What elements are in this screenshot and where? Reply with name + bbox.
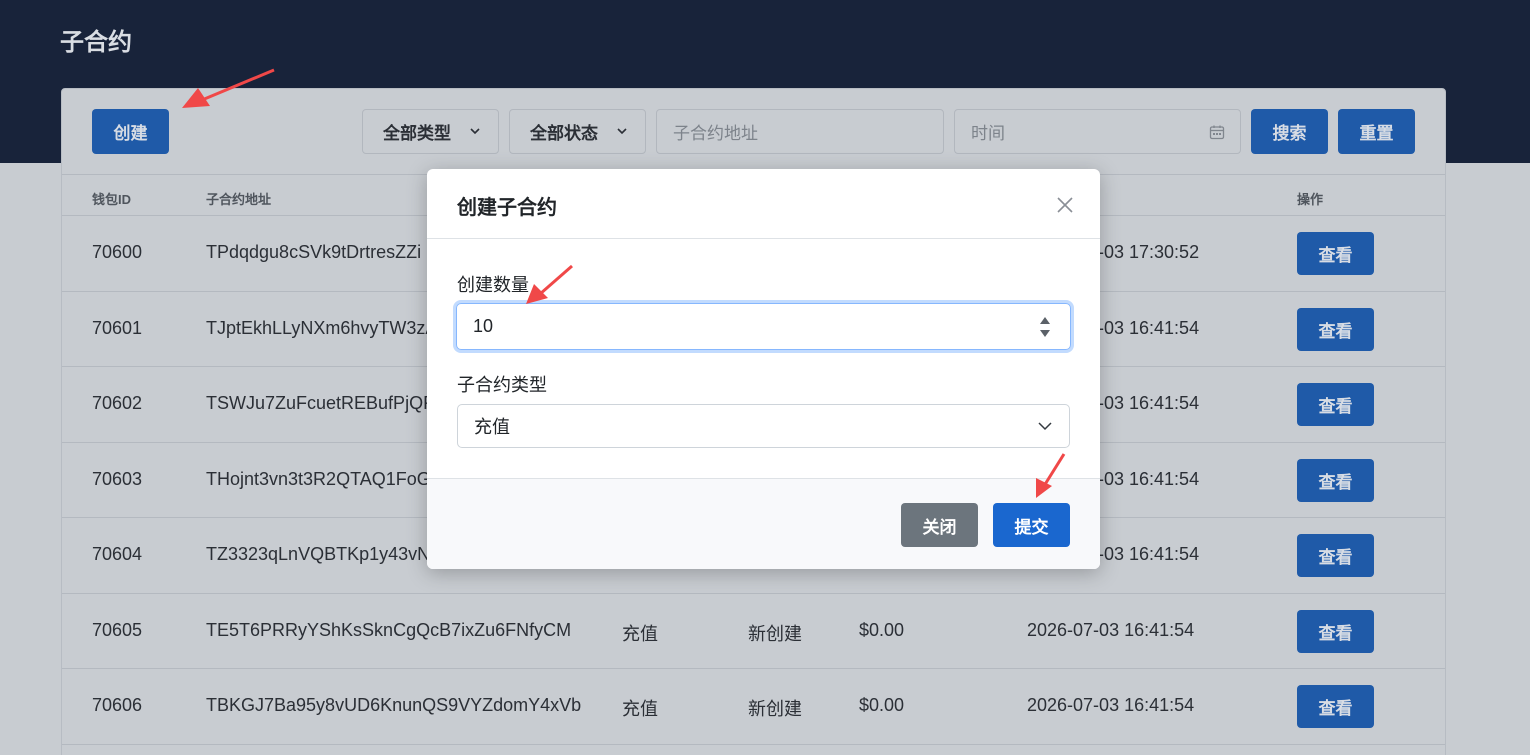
cell-time: -03 16:41:54 (1098, 544, 1200, 564)
view-button[interactable]: 查看 (1297, 609, 1374, 653)
quantity-input[interactable]: 10 (456, 303, 1071, 350)
cell-wallet-id: 70600 (92, 242, 143, 262)
cell-address: TJptEkhLLyNXm6hvyTW3zA (206, 317, 438, 338)
chevron-down-icon (1038, 422, 1052, 431)
view-button[interactable]: 查看 (1297, 232, 1374, 275)
subcontract-type-select[interactable]: 充值 (457, 404, 1070, 448)
quantity-label: 创建数量 (457, 275, 529, 295)
close-button[interactable]: 关闭 (901, 503, 978, 547)
status-filter-select[interactable]: 全部状态 (509, 109, 646, 154)
cell-address: TE5T6PRRyYShKsSknCgQcB7ixZu6FNfyCM (206, 619, 572, 640)
view-button[interactable]: 查看 (1297, 383, 1374, 426)
table-row: 70606 TBKGJ7Ba95y8vUD6KnunQS9VYZdomY4xVb… (62, 669, 1445, 745)
address-placeholder: 子合约地址 (673, 124, 758, 143)
header-action: 操作 (1297, 192, 1324, 207)
page-title: 子合约 (60, 29, 132, 56)
type-select-value: 充值 (474, 417, 510, 437)
modal-footer: 关闭 提交 (427, 478, 1100, 569)
cell-address: TPdqdgu8cSVk9tDrtresZZi (206, 242, 422, 262)
type-label: 子合约类型 (457, 375, 547, 395)
cell-wallet-id: 70603 (92, 468, 143, 489)
cell-address: THojnt3vn3t3R2QTAQ1FoG (206, 468, 431, 489)
cell-wallet-id: 70605 (92, 619, 143, 640)
table-row: 70605 TE5T6PRRyYShKsSknCgQcB7ixZu6FNfyCM… (62, 594, 1445, 669)
cell-wallet-id: 70604 (92, 544, 143, 564)
view-button[interactable]: 查看 (1297, 534, 1374, 577)
cell-address: TZ3323qLnVQBTKp1y43vN (206, 544, 431, 564)
cell-type: 充值 (622, 623, 658, 644)
submit-button[interactable]: 提交 (993, 503, 1070, 547)
header-wallet-id: 钱包ID (92, 192, 132, 207)
cell-time: -03 16:41:54 (1098, 468, 1200, 489)
reset-button[interactable]: 重置 (1338, 109, 1415, 154)
time-placeholder: 时间 (971, 124, 1005, 143)
cell-time: -03 16:41:54 (1098, 393, 1200, 413)
cell-amount: $0.00 (859, 695, 905, 715)
view-button[interactable]: 查看 (1297, 307, 1374, 351)
search-button[interactable]: 搜索 (1251, 109, 1328, 154)
cell-time: 2026-07-03 16:41:54 (1027, 619, 1195, 640)
cell-status: 新创建 (748, 699, 802, 719)
modal-title: 创建子合约 (457, 197, 557, 219)
cell-address: TSWJu7ZuFcuetREBufPjQR (206, 393, 437, 413)
modal-header: 创建子合约 (427, 169, 1100, 239)
view-button[interactable]: 查看 (1297, 458, 1374, 502)
quantity-value: 10 (473, 316, 494, 336)
cell-time: -03 17:30:52 (1098, 242, 1200, 262)
type-filter-select[interactable]: 全部类型 (362, 109, 499, 154)
header-address: 子合约地址 (206, 192, 272, 207)
cell-address: TBKGJ7Ba95y8vUD6KnunQS9VYZdomY4xVb (206, 695, 582, 715)
status-filter-label: 全部状态 (530, 124, 598, 143)
close-icon[interactable] (1055, 195, 1075, 215)
view-button[interactable]: 查看 (1297, 685, 1374, 728)
spinner-icon[interactable] (1038, 314, 1052, 340)
chevron-down-icon (470, 128, 480, 135)
address-search-input[interactable]: 子合约地址 (656, 109, 944, 154)
create-button[interactable]: 创建 (92, 109, 169, 154)
cell-wallet-id: 70601 (92, 317, 143, 338)
cell-wallet-id: 70602 (92, 393, 143, 413)
cell-amount: $0.00 (859, 619, 905, 640)
cell-time: 2026-07-03 16:41:54 (1027, 695, 1195, 715)
create-subcontract-modal: 创建子合约 创建数量 10 子合约类型 充值 关闭 提交 (427, 169, 1100, 569)
cell-type: 充值 (622, 699, 658, 719)
type-filter-label: 全部类型 (383, 124, 451, 143)
cell-time: -03 16:41:54 (1098, 317, 1200, 338)
chevron-down-icon (617, 128, 627, 135)
cell-status: 新创建 (748, 623, 802, 644)
calendar-icon (1209, 125, 1225, 140)
time-picker-input[interactable]: 时间 (954, 109, 1241, 154)
cell-wallet-id: 70606 (92, 695, 143, 715)
